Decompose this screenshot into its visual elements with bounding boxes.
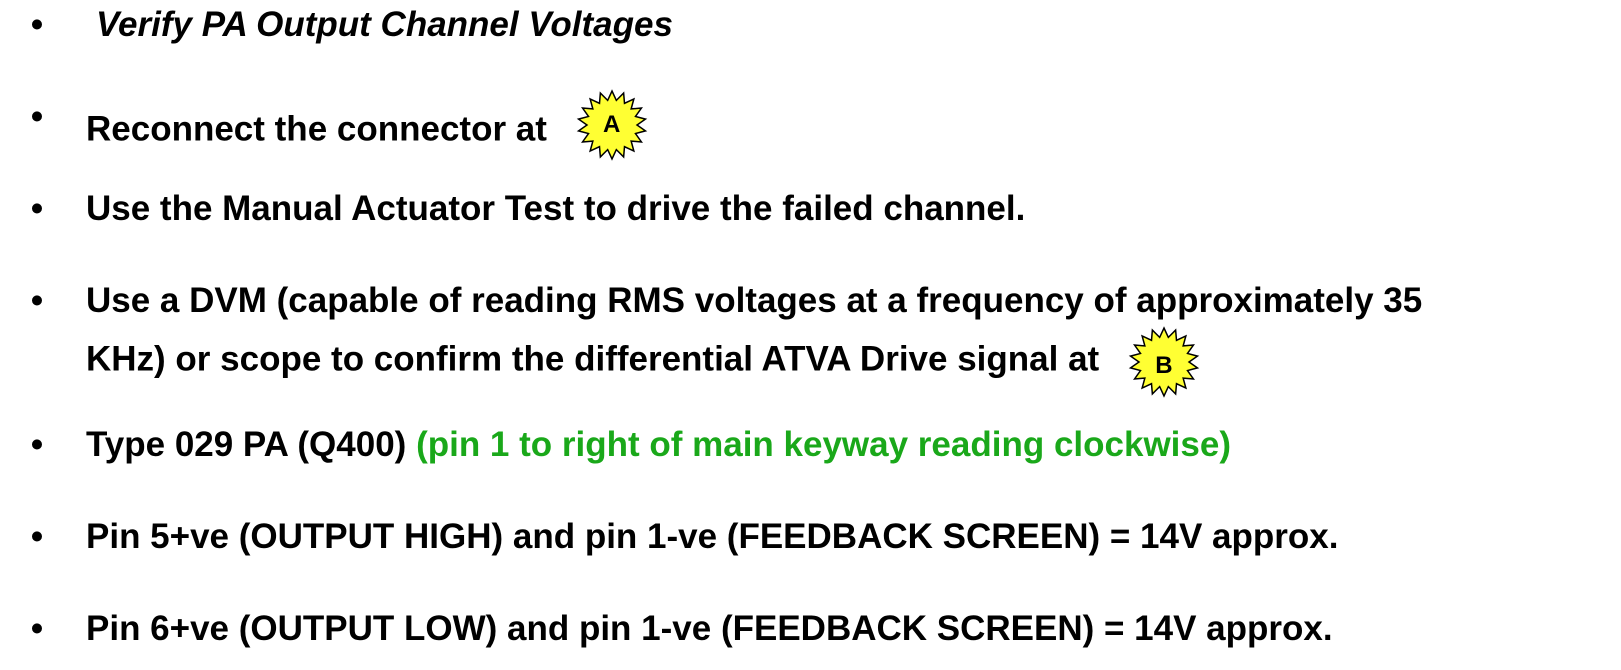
item-text: KHz) or scope to confirm the differentia…: [86, 324, 1201, 398]
item-text-line2: KHz) or scope to confirm the differentia…: [86, 339, 1100, 379]
marker-letter-a: A: [602, 111, 621, 138]
bullet-dot-icon: •: [30, 97, 44, 136]
bullet-dot-icon: •: [30, 517, 44, 556]
bullet-dot-icon: •: [30, 609, 44, 648]
section-heading: Verify PA Output Channel Voltages: [96, 5, 673, 44]
bullet-dot-icon: •: [30, 281, 44, 320]
item-text: Reconnect the connector at A: [86, 89, 649, 168]
item-text: Pin 6+ve (OUTPUT LOW) and pin 1-ve (FEED…: [86, 609, 1333, 648]
item-text: Use the Manual Actuator Test to drive th…: [86, 189, 1026, 228]
instruction-list: • Verify PA Output Channel Voltages • Re…: [0, 0, 1621, 670]
item-text: Type 029 PA (Q400) (pin 1 to right of ma…: [86, 422, 1231, 468]
bullet-dot-icon: •: [30, 5, 44, 44]
bullet-dot-icon: •: [30, 189, 44, 228]
marker-letter-b: B: [1155, 352, 1173, 379]
pin-orientation-note: (pin 1 to right of main keyway reading c…: [416, 425, 1231, 464]
item-text-label: Type 029 PA (Q400): [86, 425, 407, 464]
starburst-icon: B: [1127, 325, 1201, 399]
bullet-dot-icon: •: [30, 425, 44, 464]
item-text: Pin 5+ve (OUTPUT HIGH) and pin 1-ve (FEE…: [86, 517, 1339, 556]
item-text-label: Reconnect the connector at: [86, 109, 547, 149]
starburst-icon: A: [575, 88, 649, 162]
item-text-line1: Use a DVM (capable of reading RMS voltag…: [86, 281, 1423, 320]
